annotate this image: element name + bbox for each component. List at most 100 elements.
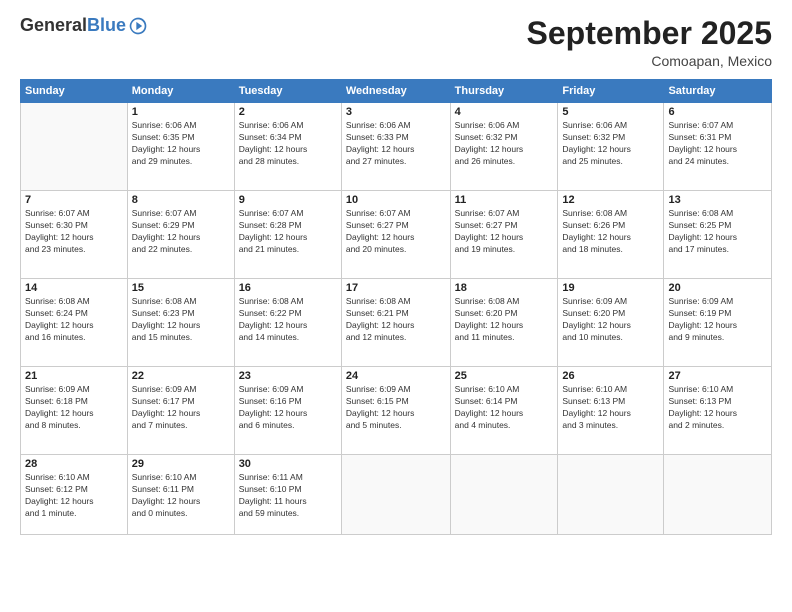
- calendar-day-cell: 18 Sunrise: 6:08 AMSunset: 6:20 PMDayligh…: [450, 279, 558, 367]
- calendar-day-header: Sunday: [21, 80, 128, 103]
- day-info: Sunrise: 6:09 AMSunset: 6:19 PMDaylight:…: [668, 296, 767, 344]
- calendar-day-header: Monday: [127, 80, 234, 103]
- day-info: Sunrise: 6:10 AMSunset: 6:11 PMDaylight:…: [132, 472, 230, 520]
- day-info: Sunrise: 6:10 AMSunset: 6:13 PMDaylight:…: [668, 384, 767, 432]
- calendar-day-cell: 1 Sunrise: 6:06 AMSunset: 6:35 PMDaylight…: [127, 103, 234, 191]
- calendar-day-cell: 22 Sunrise: 6:09 AMSunset: 6:17 PMDayligh…: [127, 367, 234, 455]
- day-info: Sunrise: 6:08 AMSunset: 6:23 PMDaylight:…: [132, 296, 230, 344]
- day-info: Sunrise: 6:09 AMSunset: 6:18 PMDaylight:…: [25, 384, 123, 432]
- calendar-day-header: Saturday: [664, 80, 772, 103]
- day-info: Sunrise: 6:07 AMSunset: 6:31 PMDaylight:…: [668, 120, 767, 168]
- day-info: Sunrise: 6:07 AMSunset: 6:30 PMDaylight:…: [25, 208, 123, 256]
- calendar-week-row: 7 Sunrise: 6:07 AMSunset: 6:30 PMDaylight…: [21, 191, 772, 279]
- day-number: 19: [562, 282, 659, 294]
- calendar-day-cell: [341, 455, 450, 535]
- calendar-day-cell: 21 Sunrise: 6:09 AMSunset: 6:18 PMDayligh…: [21, 367, 128, 455]
- calendar-day-cell: 10Sunrise: 6:07 AMSunset: 6:27 PMDayligh…: [341, 191, 450, 279]
- day-info: Sunrise: 6:06 AMSunset: 6:35 PMDaylight:…: [132, 120, 230, 168]
- day-number: 20: [668, 282, 767, 294]
- calendar-day-cell: 3 Sunrise: 6:06 AMSunset: 6:33 PMDaylight…: [341, 103, 450, 191]
- calendar-day-cell: 7 Sunrise: 6:07 AMSunset: 6:30 PMDaylight…: [21, 191, 128, 279]
- calendar-week-row: 1 Sunrise: 6:06 AMSunset: 6:35 PMDaylight…: [21, 103, 772, 191]
- day-number: 25: [455, 370, 554, 382]
- day-number: 18: [455, 282, 554, 294]
- calendar-day-cell: 4 Sunrise: 6:06 AMSunset: 6:32 PMDaylight…: [450, 103, 558, 191]
- calendar-day-cell: 30 Sunrise: 6:11 AMSunset: 6:10 PMDayligh…: [234, 455, 341, 535]
- day-number: 4: [455, 106, 554, 118]
- logo-general: GeneralBlue: [20, 16, 126, 36]
- day-info: Sunrise: 6:07 AMSunset: 6:28 PMDaylight:…: [239, 208, 337, 256]
- calendar-day-header: Thursday: [450, 80, 558, 103]
- day-number: 22: [132, 370, 230, 382]
- day-info: Sunrise: 6:08 AMSunset: 6:20 PMDaylight:…: [455, 296, 554, 344]
- title-block: September 2025 Comoapan, Mexico: [527, 16, 772, 69]
- calendar-day-cell: 20 Sunrise: 6:09 AMSunset: 6:19 PMDayligh…: [664, 279, 772, 367]
- calendar-day-cell: 19 Sunrise: 6:09 AMSunset: 6:20 PMDayligh…: [558, 279, 664, 367]
- day-info: Sunrise: 6:10 AMSunset: 6:13 PMDaylight:…: [562, 384, 659, 432]
- day-info: Sunrise: 6:09 AMSunset: 6:17 PMDaylight:…: [132, 384, 230, 432]
- day-number: 27: [668, 370, 767, 382]
- day-info: Sunrise: 6:11 AMSunset: 6:10 PMDaylight:…: [239, 472, 337, 520]
- calendar-day-cell: 8 Sunrise: 6:07 AMSunset: 6:29 PMDaylight…: [127, 191, 234, 279]
- day-info: Sunrise: 6:07 AMSunset: 6:29 PMDaylight:…: [132, 208, 230, 256]
- calendar-day-cell: 2Sunrise: 6:06 AMSunset: 6:34 PMDaylight…: [234, 103, 341, 191]
- calendar-week-row: 14Sunrise: 6:08 AMSunset: 6:24 PMDayligh…: [21, 279, 772, 367]
- day-number: 3: [346, 106, 446, 118]
- calendar-day-cell: [21, 103, 128, 191]
- day-number: 1: [132, 106, 230, 118]
- calendar-day-cell: 29 Sunrise: 6:10 AMSunset: 6:11 PMDayligh…: [127, 455, 234, 535]
- day-number: 10: [346, 194, 446, 206]
- calendar-day-cell: 15 Sunrise: 6:08 AMSunset: 6:23 PMDayligh…: [127, 279, 234, 367]
- day-number: 7: [25, 194, 123, 206]
- day-number: 2: [239, 106, 337, 118]
- day-number: 30: [239, 458, 337, 470]
- day-info: Sunrise: 6:08 AMSunset: 6:26 PMDaylight:…: [562, 208, 659, 256]
- day-number: 16: [239, 282, 337, 294]
- day-number: 29: [132, 458, 230, 470]
- day-info: Sunrise: 6:07 AMSunset: 6:27 PMDaylight:…: [455, 208, 554, 256]
- header: GeneralBlue September 2025 Comoapan, Mex…: [20, 16, 772, 69]
- day-number: 21: [25, 370, 123, 382]
- calendar-day-cell: [664, 455, 772, 535]
- day-number: 23: [239, 370, 337, 382]
- day-number: 17: [346, 282, 446, 294]
- day-number: 6: [668, 106, 767, 118]
- day-info: Sunrise: 6:08 AMSunset: 6:21 PMDaylight:…: [346, 296, 446, 344]
- day-number: 8: [132, 194, 230, 206]
- calendar-day-header: Friday: [558, 80, 664, 103]
- calendar-header-row: SundayMondayTuesdayWednesdayThursdayFrid…: [21, 80, 772, 103]
- day-info: Sunrise: 6:09 AMSunset: 6:15 PMDaylight:…: [346, 384, 446, 432]
- calendar-day-cell: 27 Sunrise: 6:10 AMSunset: 6:13 PMDayligh…: [664, 367, 772, 455]
- day-info: Sunrise: 6:06 AMSunset: 6:32 PMDaylight:…: [562, 120, 659, 168]
- location-title: Comoapan, Mexico: [527, 53, 772, 69]
- calendar-table: SundayMondayTuesdayWednesdayThursdayFrid…: [20, 79, 772, 535]
- page: GeneralBlue September 2025 Comoapan, Mex…: [0, 0, 792, 612]
- day-number: 13: [668, 194, 767, 206]
- calendar-day-cell: [558, 455, 664, 535]
- day-number: 24: [346, 370, 446, 382]
- calendar-day-cell: 11 Sunrise: 6:07 AMSunset: 6:27 PMDayligh…: [450, 191, 558, 279]
- calendar-week-row: 28Sunrise: 6:10 AMSunset: 6:12 PMDayligh…: [21, 455, 772, 535]
- calendar-day-cell: 13 Sunrise: 6:08 AMSunset: 6:25 PMDayligh…: [664, 191, 772, 279]
- calendar-day-cell: 9Sunrise: 6:07 AMSunset: 6:28 PMDaylight…: [234, 191, 341, 279]
- day-number: 26: [562, 370, 659, 382]
- day-number: 15: [132, 282, 230, 294]
- day-info: Sunrise: 6:06 AMSunset: 6:32 PMDaylight:…: [455, 120, 554, 168]
- calendar-day-cell: 25Sunrise: 6:10 AMSunset: 6:14 PMDayligh…: [450, 367, 558, 455]
- calendar-day-cell: 12 Sunrise: 6:08 AMSunset: 6:26 PMDayligh…: [558, 191, 664, 279]
- day-info: Sunrise: 6:06 AMSunset: 6:33 PMDaylight:…: [346, 120, 446, 168]
- logo-icon: [128, 16, 148, 36]
- calendar-day-cell: 16Sunrise: 6:08 AMSunset: 6:22 PMDayligh…: [234, 279, 341, 367]
- calendar-week-row: 21 Sunrise: 6:09 AMSunset: 6:18 PMDayligh…: [21, 367, 772, 455]
- calendar-day-cell: 5 Sunrise: 6:06 AMSunset: 6:32 PMDaylight…: [558, 103, 664, 191]
- calendar-day-cell: 17 Sunrise: 6:08 AMSunset: 6:21 PMDayligh…: [341, 279, 450, 367]
- day-info: Sunrise: 6:09 AMSunset: 6:20 PMDaylight:…: [562, 296, 659, 344]
- day-number: 11: [455, 194, 554, 206]
- day-info: Sunrise: 6:08 AMSunset: 6:25 PMDaylight:…: [668, 208, 767, 256]
- day-info: Sunrise: 6:09 AMSunset: 6:16 PMDaylight:…: [239, 384, 337, 432]
- logo: GeneralBlue: [20, 16, 148, 36]
- calendar-day-cell: 23 Sunrise: 6:09 AMSunset: 6:16 PMDayligh…: [234, 367, 341, 455]
- day-number: 5: [562, 106, 659, 118]
- month-title: September 2025: [527, 16, 772, 51]
- day-number: 12: [562, 194, 659, 206]
